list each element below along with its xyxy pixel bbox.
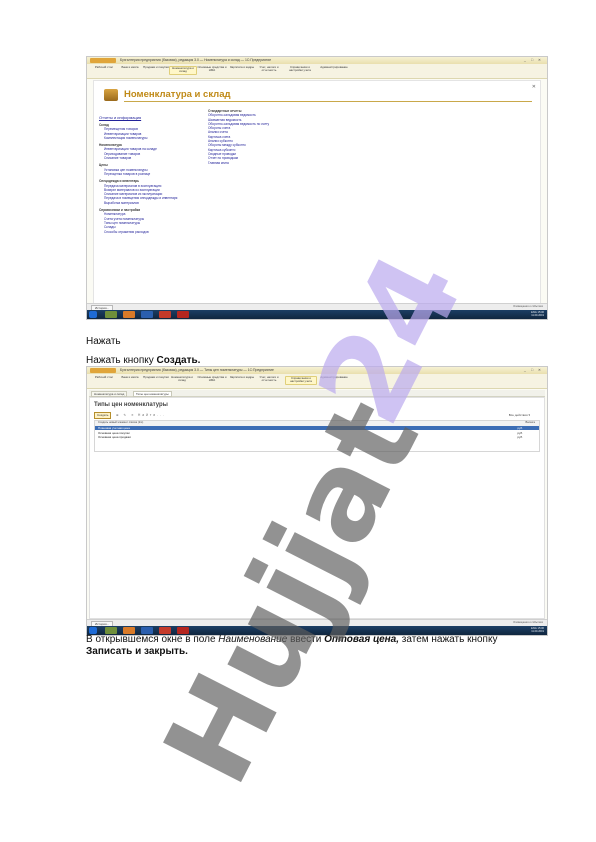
section-taxes[interactable]: Учет, налоги и отчетность bbox=[255, 65, 283, 73]
find-button[interactable]: Найти... bbox=[138, 413, 166, 417]
app-logo bbox=[90, 58, 116, 63]
windows-taskbar: ENG 15:06 11.09.2019 bbox=[87, 310, 547, 319]
section-desktop[interactable]: Рабочий стол bbox=[91, 375, 117, 379]
pdf-icon[interactable] bbox=[177, 311, 189, 318]
window-title: Бухгалтерия предприятия (базовая), редак… bbox=[120, 57, 272, 62]
instruction-click: Нажать bbox=[86, 336, 121, 347]
list-toolbar: Создать ⊕ ✎ ✕ Найти... Все действия ▾ bbox=[94, 412, 540, 419]
section-sales[interactable]: Продажи и покупки bbox=[143, 375, 169, 379]
notifications-label[interactable]: Оповещения о событиях bbox=[513, 621, 543, 624]
instruction-text: ввести bbox=[287, 634, 325, 645]
column-currency[interactable]: Валюта bbox=[525, 421, 535, 426]
form-title: Типы цен номенклатуры bbox=[94, 402, 168, 408]
section-bank[interactable]: Банк и касса bbox=[117, 65, 143, 69]
page-title: Номенклатура и склад bbox=[124, 89, 231, 100]
nav-link[interactable]: Способы отражения расходов bbox=[99, 230, 177, 234]
window-title: Бухгалтерия предприятия (базовая), редак… bbox=[120, 367, 274, 372]
section-salary[interactable]: Зарплата и кадры bbox=[229, 375, 255, 379]
instruction-text: Нажать кнопку bbox=[86, 355, 157, 366]
all-actions-menu[interactable]: Все действия ▾ bbox=[509, 413, 530, 417]
section-sales[interactable]: Продажи и покупки bbox=[143, 65, 169, 69]
word-icon[interactable] bbox=[141, 311, 153, 318]
open-tabs: Номенклатура и склад Типы цен номенклату… bbox=[89, 390, 545, 397]
section-content: ✕ Номенклатура и склад Отчеты и информац… bbox=[93, 80, 541, 309]
system-tray: ENG 15:06 11.09.2019 bbox=[531, 311, 544, 317]
column-name[interactable]: Создать новый элемент списка (Ins) bbox=[98, 421, 143, 426]
section-settings[interactable]: Справочники и настройки учета bbox=[285, 65, 315, 73]
section-panel: Рабочий стол Банк и касса Продажи и поку… bbox=[87, 374, 547, 389]
browser-icon[interactable] bbox=[123, 627, 135, 634]
title-underline bbox=[124, 101, 532, 102]
window-controls[interactable]: _ □ ✕ bbox=[524, 58, 543, 62]
screenshot-price-types: Бухгалтерия предприятия (базовая), редак… bbox=[86, 366, 548, 636]
section-admin[interactable]: Администрирование bbox=[317, 65, 351, 69]
1c-icon[interactable] bbox=[159, 311, 171, 318]
pdf-icon[interactable] bbox=[177, 627, 189, 634]
1c-icon[interactable] bbox=[159, 627, 171, 634]
section-fixed-assets[interactable]: Основные средства и НМА bbox=[197, 65, 227, 73]
section-fixed-assets[interactable]: Основные средства и НМА bbox=[197, 375, 227, 383]
section-taxes[interactable]: Учет, налоги и отчетность bbox=[255, 375, 283, 383]
section-settings[interactable]: Справочники и настройки учета bbox=[285, 376, 317, 385]
status-bar: История... Оповещения о событиях bbox=[87, 619, 547, 627]
section-nomenclature[interactable]: Номенклатура и склад bbox=[169, 66, 197, 75]
instruction-text: В открывшемся окне в поле bbox=[86, 634, 219, 645]
tray-date: 11.09.2019 bbox=[531, 630, 544, 634]
create-button[interactable]: Создать bbox=[94, 412, 112, 419]
warehouse-icon bbox=[104, 89, 118, 101]
explorer-icon[interactable] bbox=[105, 627, 117, 634]
notifications-label[interactable]: Оповещения о событиях bbox=[513, 305, 543, 308]
screenshot-nomenclature-section: Бухгалтерия предприятия (базовая), редак… bbox=[86, 56, 548, 320]
section-panel: Рабочий стол Банк и касса Продажи и поку… bbox=[87, 64, 547, 79]
start-icon[interactable] bbox=[89, 627, 97, 634]
section-bank[interactable]: Банк и касса bbox=[117, 375, 143, 379]
field-name-italic: Наименование bbox=[218, 634, 288, 645]
start-icon[interactable] bbox=[89, 311, 97, 318]
section-admin[interactable]: Администрирование bbox=[317, 375, 351, 379]
tray-date: 11.09.2019 bbox=[531, 314, 544, 318]
section-nomenclature[interactable]: Номенклатура и склад bbox=[169, 375, 195, 383]
toolbar-icons[interactable]: ⊕ ✎ ✕ bbox=[116, 413, 136, 417]
word-icon[interactable] bbox=[141, 627, 153, 634]
left-link-column: Отчеты и информация Склад Перемещения то… bbox=[99, 115, 177, 234]
explorer-icon[interactable] bbox=[105, 311, 117, 318]
section-desktop[interactable]: Рабочий стол bbox=[91, 65, 117, 69]
instruction-bold: Создать. bbox=[156, 355, 201, 366]
instruction-save: В открывшемся окне в поле Наименование в… bbox=[86, 634, 546, 658]
table-row[interactable]: Основная цена продажи руб. bbox=[95, 435, 539, 439]
price-types-table: Создать новый элемент списка (Ins) Валют… bbox=[94, 420, 540, 452]
row-name: Основная цена продажи bbox=[98, 435, 131, 439]
window-controls[interactable]: _ □ ✕ bbox=[524, 368, 543, 372]
section-salary[interactable]: Зарплата и кадры bbox=[229, 65, 255, 69]
close-icon[interactable]: ✕ bbox=[532, 84, 536, 90]
button-name-bold: Записать и закрыть. bbox=[86, 646, 188, 657]
list-form: Типы цен номенклатуры Создать ⊕ ✎ ✕ Найт… bbox=[89, 397, 545, 619]
browser-icon[interactable] bbox=[123, 311, 135, 318]
reports-column: Стандартные отчеты Оборотно-сальдовая ве… bbox=[208, 109, 269, 165]
system-tray: ENG 15:06 11.09.2019 bbox=[531, 627, 544, 633]
app-logo bbox=[90, 368, 116, 373]
instruction-text: затем нажать кнопку bbox=[399, 634, 498, 645]
value-bold-italic: Оптовая цена, bbox=[324, 634, 400, 645]
status-bar: История... Оповещения о событиях bbox=[87, 303, 547, 311]
report-link[interactable]: Главная книга bbox=[208, 161, 269, 165]
row-currency: руб. bbox=[517, 435, 523, 439]
